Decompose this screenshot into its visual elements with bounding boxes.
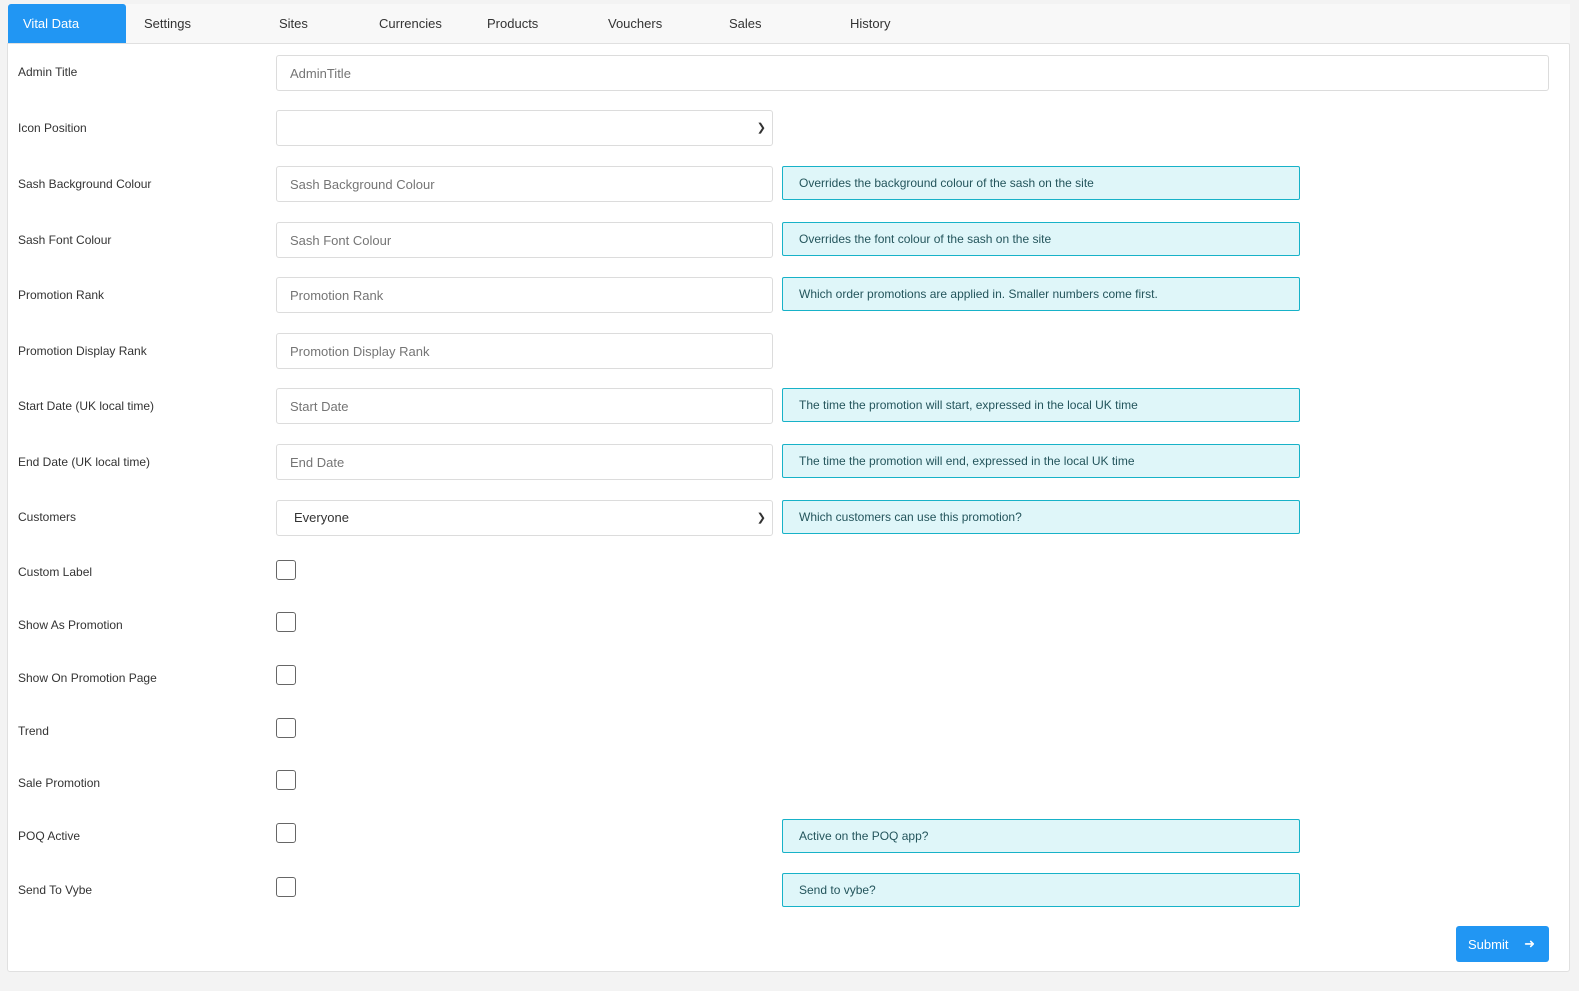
promotion-display-rank-input[interactable] xyxy=(276,333,773,369)
promotion-rank-label: Promotion Rank xyxy=(18,288,105,302)
icon-position-select[interactable]: ❯ xyxy=(276,110,773,146)
sale-promotion-label: Sale Promotion xyxy=(18,776,101,790)
admin-title-label: Admin Title xyxy=(18,65,78,79)
show-as-promotion-label: Show As Promotion xyxy=(18,618,123,632)
start-date-label: Start Date (UK local time) xyxy=(18,399,155,413)
customers-value: Everyone xyxy=(294,510,349,525)
icon-position-label: Icon Position xyxy=(18,121,87,135)
tab-sales[interactable]: Sales xyxy=(729,4,850,44)
promotion-rank-input[interactable] xyxy=(276,277,773,313)
sash-background-colour-label: Sash Background Colour xyxy=(18,177,152,191)
tab-products[interactable]: Products xyxy=(487,4,608,44)
send-to-vybe-label: Send To Vybe xyxy=(18,883,93,897)
customers-label: Customers xyxy=(18,510,77,524)
poq-active-label: POQ Active xyxy=(18,829,81,843)
customers-help: Which customers can use this promotion? xyxy=(782,500,1300,534)
show-on-promotion-page-checkbox[interactable] xyxy=(276,665,296,685)
send-to-vybe-help: Send to vybe? xyxy=(782,873,1300,907)
submit-button[interactable]: Submit ➜ xyxy=(1456,926,1549,962)
chevron-down-icon: ❯ xyxy=(756,512,766,524)
tab-currencies[interactable]: Currencies xyxy=(379,4,487,44)
tab-settings[interactable]: Settings xyxy=(126,4,244,44)
sale-promotion-checkbox[interactable] xyxy=(276,770,296,790)
tab-history[interactable]: History xyxy=(850,4,971,44)
chevron-down-icon: ❯ xyxy=(756,122,766,134)
start-date-input[interactable] xyxy=(276,388,773,424)
poq-active-checkbox[interactable] xyxy=(276,823,296,843)
tab-vouchers[interactable]: Vouchers xyxy=(608,4,729,44)
show-on-promotion-page-label: Show On Promotion Page xyxy=(18,671,157,685)
sash-font-colour-input[interactable] xyxy=(276,222,773,258)
sash-font-colour-label: Sash Font Colour xyxy=(18,233,112,247)
customers-select[interactable]: Everyone ❯ xyxy=(276,500,773,536)
promotion-display-rank-label: Promotion Display Rank xyxy=(18,344,147,358)
custom-label-checkbox[interactable] xyxy=(276,560,296,580)
trend-checkbox[interactable] xyxy=(276,718,296,738)
tab-sites[interactable]: Sites xyxy=(244,4,379,44)
arrow-right-icon: ➜ xyxy=(1524,936,1535,951)
promotion-rank-help: Which order promotions are applied in. S… xyxy=(782,277,1300,311)
tab-vital-data[interactable]: Vital Data xyxy=(8,4,126,44)
send-to-vybe-checkbox[interactable] xyxy=(276,877,296,897)
end-date-help: The time the promotion will end, express… xyxy=(782,444,1300,478)
show-as-promotion-checkbox[interactable] xyxy=(276,612,296,632)
end-date-input[interactable] xyxy=(276,444,773,480)
vital-data-panel: Admin Title Icon Position ❯ Sash Backgro… xyxy=(7,43,1570,972)
submit-label: Submit xyxy=(1468,936,1509,952)
tab-bar: Vital Data Settings Sites Currencies Pro… xyxy=(8,4,1570,44)
trend-label: Trend xyxy=(18,724,49,738)
admin-title-input[interactable] xyxy=(276,55,1549,91)
sash-background-colour-help: Overrides the background colour of the s… xyxy=(782,166,1300,200)
poq-active-help: Active on the POQ app? xyxy=(782,819,1300,853)
sash-font-colour-help: Overrides the font colour of the sash on… xyxy=(782,222,1300,256)
sash-background-colour-input[interactable] xyxy=(276,166,773,202)
end-date-label: End Date (UK local time) xyxy=(18,455,151,469)
start-date-help: The time the promotion will start, expre… xyxy=(782,388,1300,422)
custom-label-label: Custom Label xyxy=(18,565,93,579)
